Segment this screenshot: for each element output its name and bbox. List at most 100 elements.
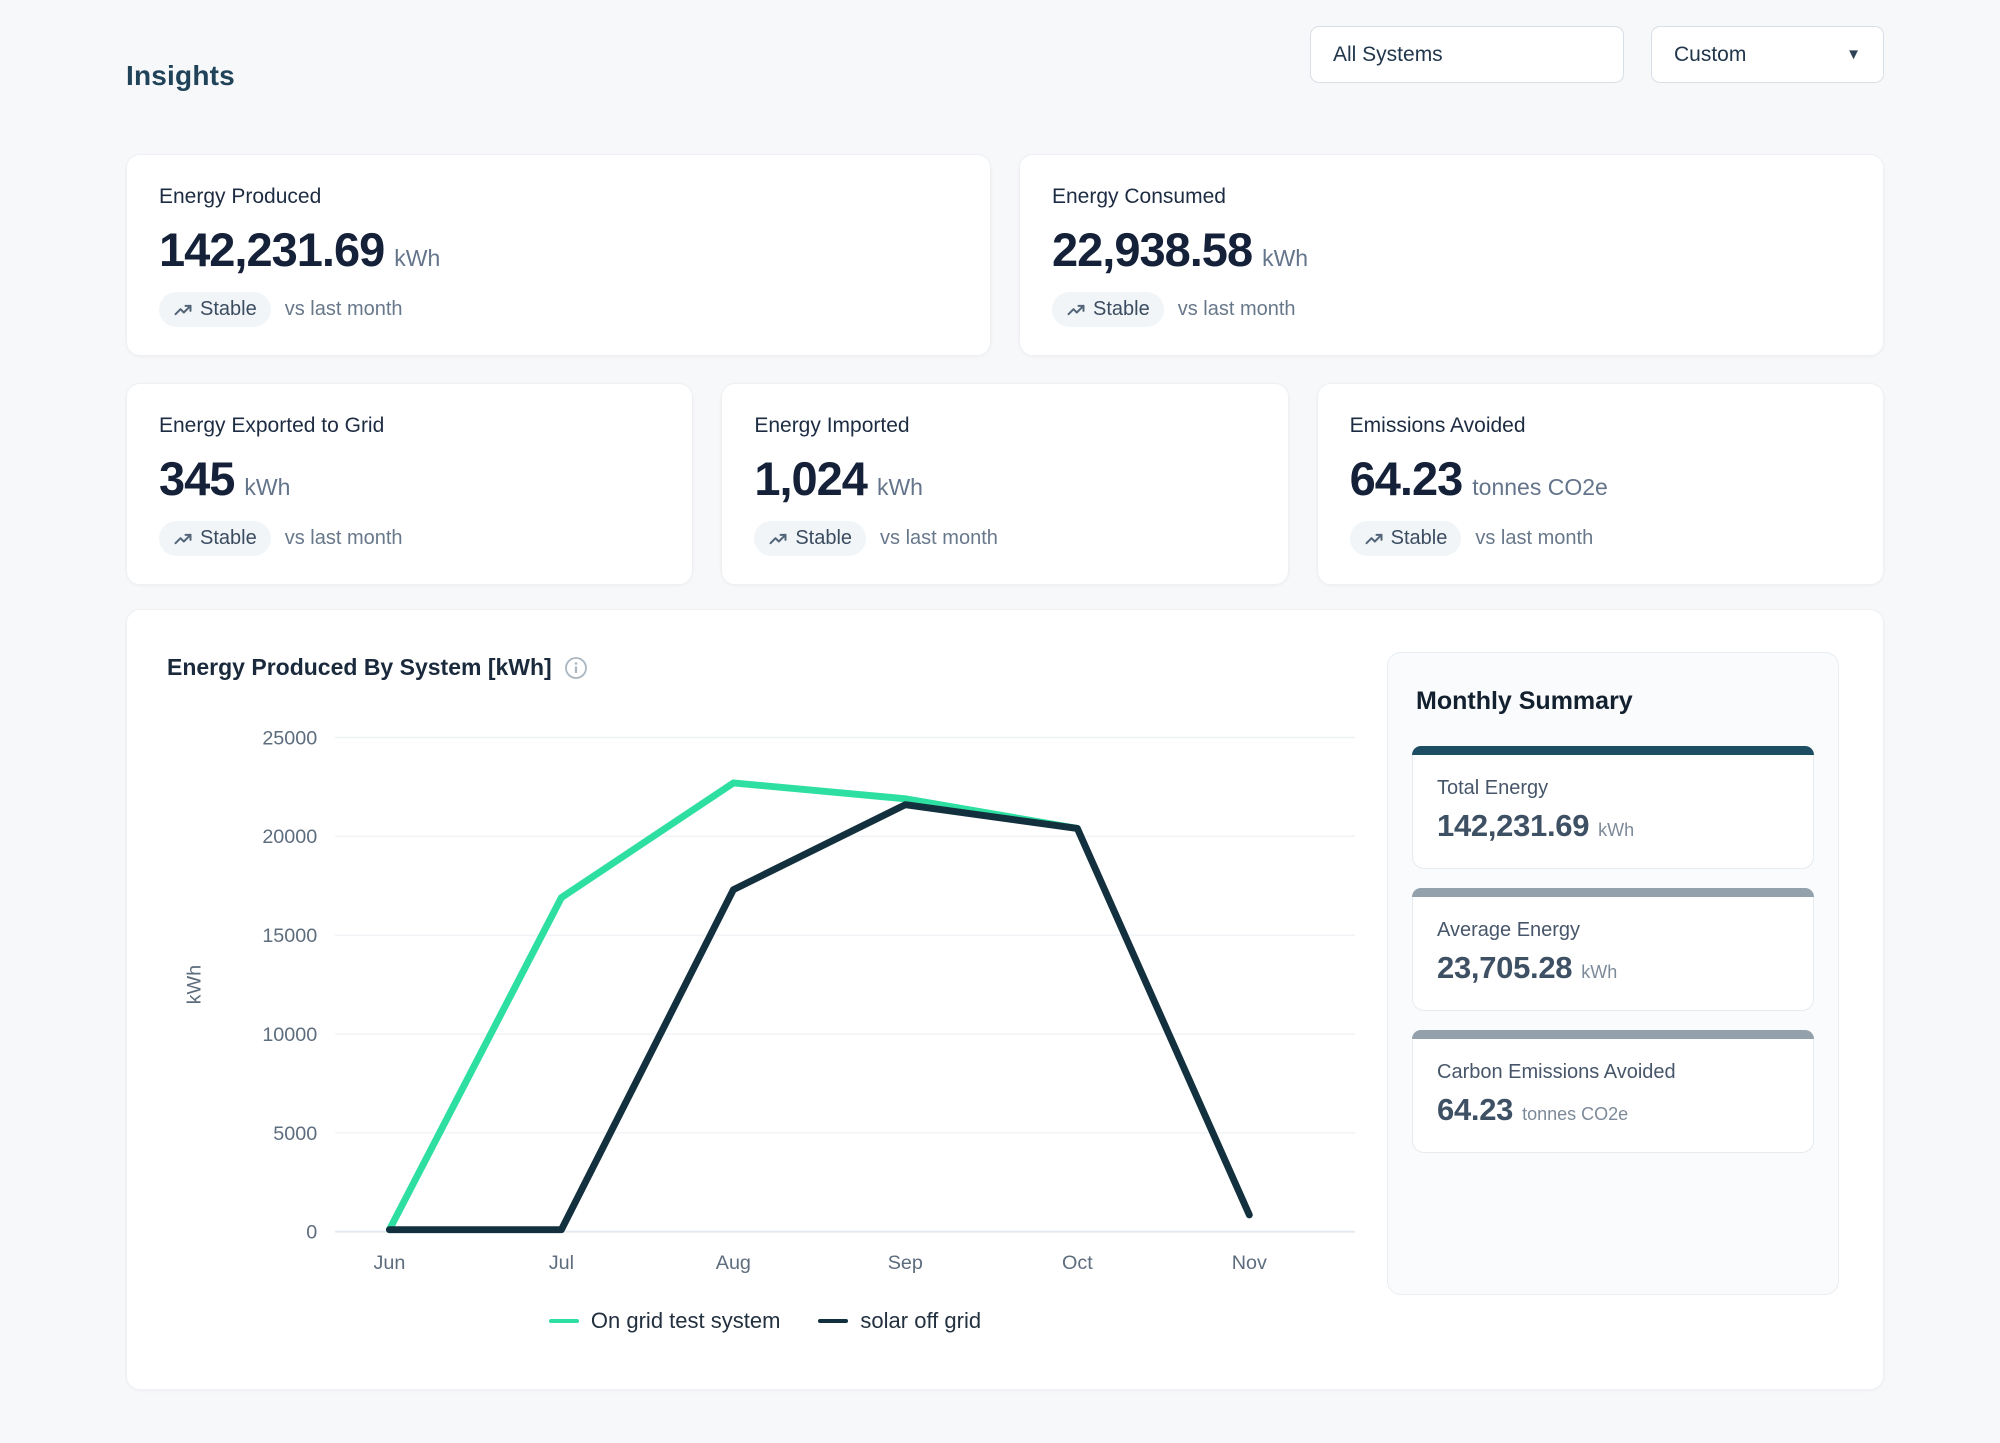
monthly-summary-heading: Monthly Summary [1416, 687, 1814, 716]
svg-text:25000: 25000 [262, 727, 317, 749]
svg-text:kWh: kWh [184, 965, 206, 1005]
kpi-trend-row: Stable vs last month [159, 292, 958, 327]
trending-up-icon [768, 529, 788, 549]
chevron-down-icon: ▼ [1846, 47, 1861, 62]
summary-card-unit: kWh [1581, 962, 1617, 983]
trend-note: vs last month [1178, 298, 1296, 321]
legend-label: solar off grid [860, 1308, 981, 1334]
summary-card-unit: tonnes CO2e [1522, 1104, 1628, 1125]
page-title: Insights [126, 60, 235, 92]
summary-card-body: Average Energy 23,705.28 kWh [1412, 897, 1814, 1011]
kpi-label: Energy Produced [159, 185, 958, 209]
trend-label: Stable [1391, 527, 1448, 550]
trend-note: vs last month [1475, 527, 1593, 550]
svg-text:Oct: Oct [1062, 1252, 1093, 1274]
trend-note: vs last month [285, 527, 403, 550]
trend-label: Stable [1093, 298, 1150, 321]
kpi-trend-row: Stable vs last month [1052, 292, 1851, 327]
kpi-unit: tonnes CO2e [1472, 474, 1608, 501]
trend-label: Stable [200, 527, 257, 550]
legend-swatch [818, 1319, 848, 1323]
kpi-value-row: 345 kWh [159, 451, 660, 506]
kpi-trend-row: Stable vs last month [754, 521, 1255, 556]
trend-label: Stable [795, 527, 852, 550]
trend-note: vs last month [880, 527, 998, 550]
header-controls: All Systems Custom ▼ [1310, 26, 1884, 83]
kpi-unit: kWh [244, 474, 290, 501]
legend-swatch [549, 1319, 579, 1323]
trending-up-icon [1066, 300, 1086, 320]
summary-card-unit: kWh [1598, 820, 1634, 841]
summary-accent-bar [1412, 1030, 1814, 1039]
kpi-unit: kWh [1262, 245, 1308, 272]
kpi-label: Energy Exported to Grid [159, 414, 660, 438]
summary-card-body: Total Energy 142,231.69 kWh [1412, 755, 1814, 869]
kpi-value: 64.23 [1350, 451, 1463, 506]
summary-card-body: Carbon Emissions Avoided 64.23 tonnes CO… [1412, 1039, 1814, 1153]
trend-badge: Stable [1052, 292, 1164, 327]
kpi-value: 22,938.58 [1052, 222, 1252, 277]
energy-chart: 0500010000150002000025000kWhJunJulAugSep… [167, 693, 1363, 1306]
legend-item[interactable]: solar off grid [818, 1308, 981, 1334]
kpi-trend-row: Stable vs last month [159, 521, 660, 556]
systems-filter[interactable]: All Systems [1310, 26, 1624, 83]
svg-text:Jun: Jun [373, 1252, 405, 1274]
legend-label: On grid test system [591, 1308, 781, 1334]
summary-accent-bar [1412, 746, 1814, 755]
kpi-card-energy-imported: Energy Imported 1,024 kWh Stable vs last… [721, 383, 1288, 585]
summary-card-label: Average Energy [1437, 919, 1789, 942]
svg-text:Aug: Aug [716, 1252, 751, 1274]
kpi-value-row: 64.23 tonnes CO2e [1350, 451, 1851, 506]
trend-badge: Stable [159, 521, 271, 556]
date-range-select[interactable]: Custom ▼ [1651, 26, 1884, 83]
summary-card-total-energy: Total Energy 142,231.69 kWh [1412, 746, 1814, 869]
insights-page: Insights All Systems Custom ▼ Energy Pro… [0, 0, 2000, 1390]
kpi-label: Energy Consumed [1052, 185, 1851, 209]
chart-title-row: Energy Produced By System [kWh] [167, 654, 1363, 681]
kpi-row-1: Energy Produced 142,231.69 kWh Stable vs… [126, 154, 1884, 356]
summary-value-row: 142,231.69 kWh [1437, 808, 1789, 844]
kpi-label: Emissions Avoided [1350, 414, 1851, 438]
svg-text:15000: 15000 [262, 925, 317, 947]
kpi-value: 345 [159, 451, 234, 506]
chart-card: Energy Produced By System [kWh] 05000100… [126, 609, 1884, 1390]
svg-text:20000: 20000 [262, 826, 317, 848]
summary-card-average-energy: Average Energy 23,705.28 kWh [1412, 888, 1814, 1011]
kpi-value: 142,231.69 [159, 222, 384, 277]
kpi-value-row: 1,024 kWh [754, 451, 1255, 506]
svg-text:Jul: Jul [549, 1252, 574, 1274]
kpi-value-row: 22,938.58 kWh [1052, 222, 1851, 277]
kpi-card-energy-consumed: Energy Consumed 22,938.58 kWh Stable vs … [1019, 154, 1884, 356]
svg-text:Nov: Nov [1232, 1252, 1267, 1274]
svg-text:Sep: Sep [888, 1252, 923, 1274]
chart-title: Energy Produced By System [kWh] [167, 654, 552, 681]
svg-text:10000: 10000 [262, 1024, 317, 1046]
summary-card-label: Carbon Emissions Avoided [1437, 1061, 1789, 1084]
kpi-row-2: Energy Exported to Grid 345 kWh Stable v… [126, 383, 1884, 585]
summary-card-value: 64.23 [1437, 1092, 1513, 1128]
systems-filter-value: All Systems [1333, 43, 1443, 67]
summary-card-carbon-emissions: Carbon Emissions Avoided 64.23 tonnes CO… [1412, 1030, 1814, 1153]
svg-text:0: 0 [306, 1222, 317, 1244]
kpi-unit: kWh [394, 245, 440, 272]
kpi-unit: kWh [877, 474, 923, 501]
summary-card-value: 142,231.69 [1437, 808, 1589, 844]
trend-badge: Stable [159, 292, 271, 327]
trend-note: vs last month [285, 298, 403, 321]
summary-card-value: 23,705.28 [1437, 950, 1572, 986]
summary-accent-bar [1412, 888, 1814, 897]
trend-badge: Stable [1350, 521, 1462, 556]
trending-up-icon [173, 529, 193, 549]
kpi-label: Energy Imported [754, 414, 1255, 438]
kpi-card-energy-exported: Energy Exported to Grid 345 kWh Stable v… [126, 383, 693, 585]
kpi-value: 1,024 [754, 451, 867, 506]
trend-label: Stable [200, 298, 257, 321]
kpi-trend-row: Stable vs last month [1350, 521, 1851, 556]
trending-up-icon [173, 300, 193, 320]
monthly-summary-panel: Monthly Summary Total Energy 142,231.69 … [1387, 652, 1839, 1295]
trend-badge: Stable [754, 521, 866, 556]
summary-card-label: Total Energy [1437, 777, 1789, 800]
page-header: Insights All Systems Custom ▼ [126, 26, 1884, 92]
info-icon[interactable] [564, 656, 588, 680]
legend-item[interactable]: On grid test system [549, 1308, 781, 1334]
